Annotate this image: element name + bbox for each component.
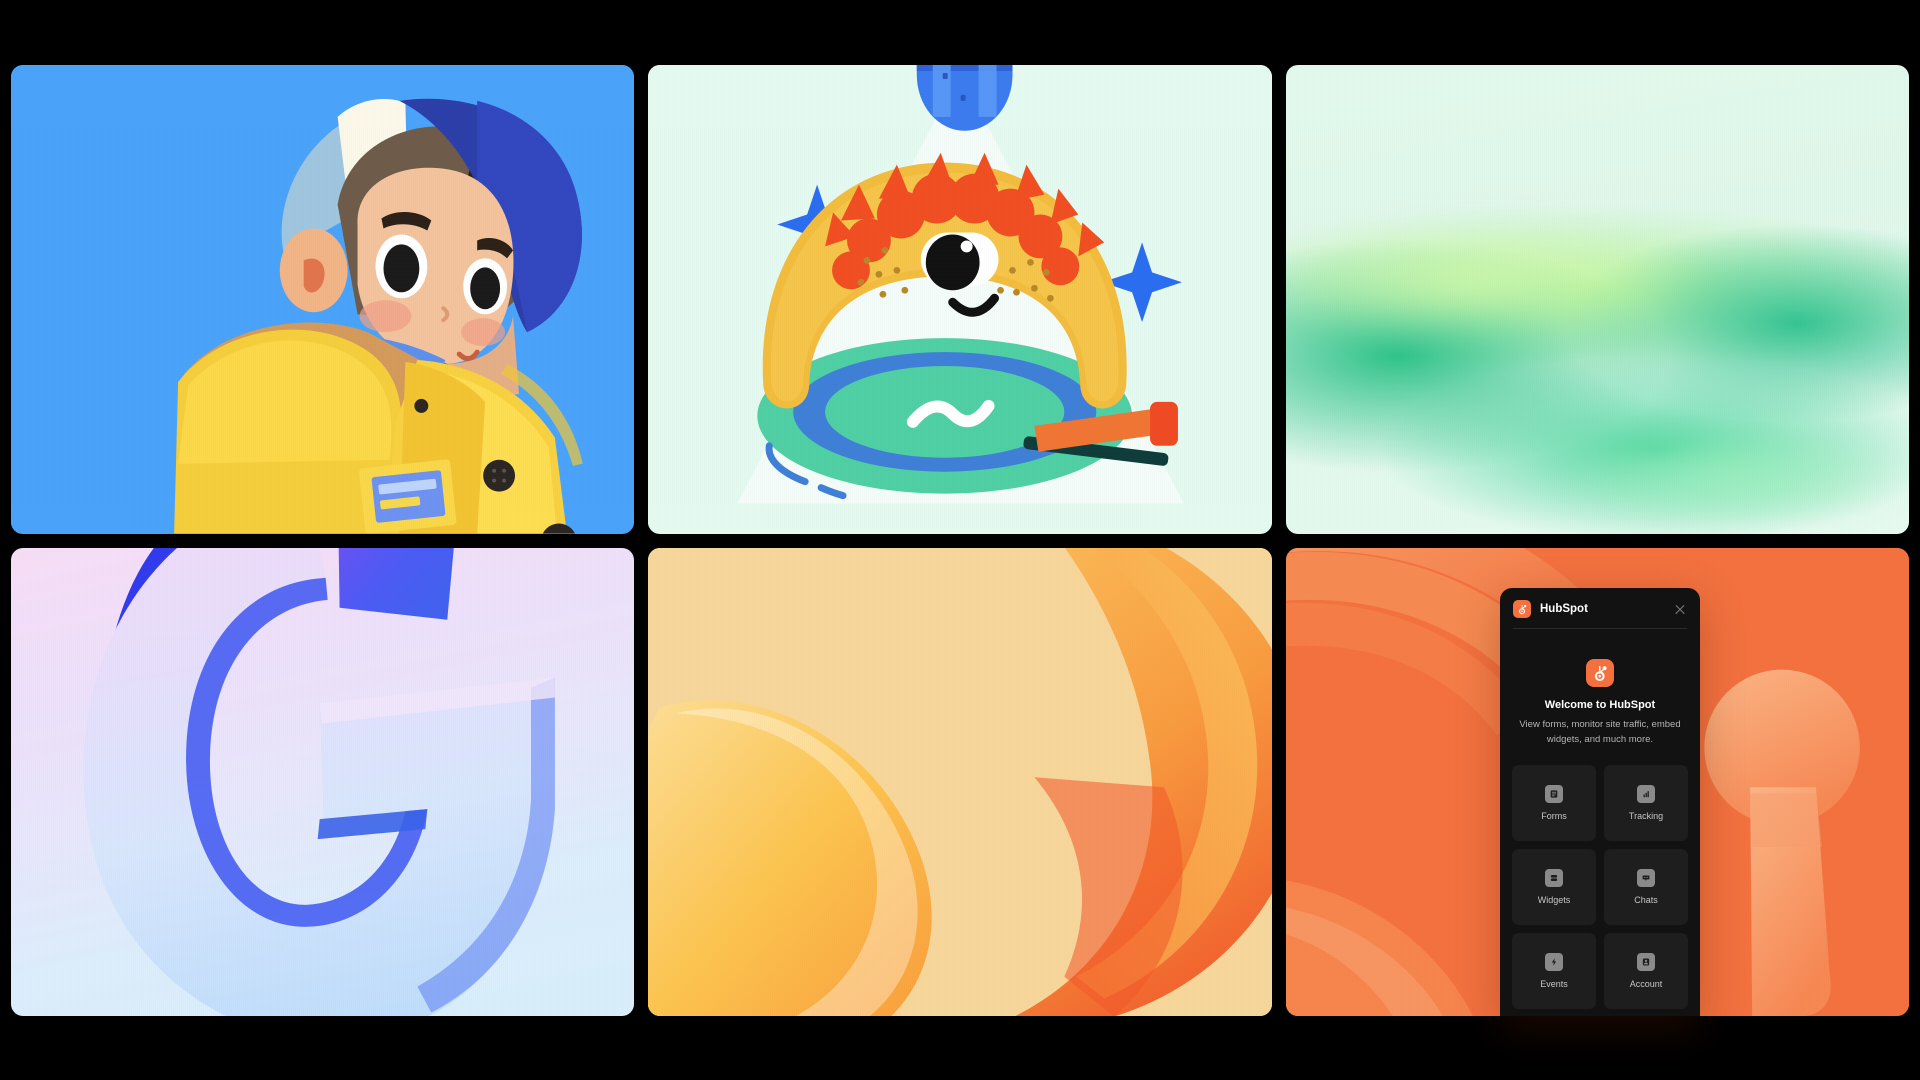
hubspot-modal-title: HubSpot	[1540, 603, 1588, 615]
hubspot-modal: HubSpot Welcome to HubSpot View forms, m…	[1500, 588, 1700, 1016]
hubspot-tile-account[interactable]: Account	[1604, 933, 1688, 1010]
hubspot-tile-label: Events	[1540, 979, 1568, 990]
hubspot-tile-widgets[interactable]: Widgets	[1512, 849, 1596, 926]
hubspot-welcome-title: Welcome to HubSpot	[1544, 699, 1656, 711]
hubspot-tile-grid: Forms Tracking Widgets Chats Events Acco…	[1500, 747, 1700, 1010]
hubspot-tile-label: Account	[1629, 979, 1663, 990]
green-wave-shape	[1285, 65, 1909, 534]
divider	[1513, 628, 1687, 629]
panel-sheets-modal: Sheets	[1285, 65, 1909, 534]
panel-dj-creature-illustration	[648, 65, 1272, 534]
close-icon[interactable]	[1674, 603, 1687, 616]
panel-letter-g-illustration	[11, 547, 635, 1016]
hubspot-brand-logo	[1586, 659, 1614, 687]
hubspot-tile-label: Widgets	[1537, 895, 1571, 906]
form-document-icon	[1545, 785, 1563, 804]
panel-boy-illustration	[11, 65, 635, 534]
hubspot-tile-forms[interactable]: Forms	[1512, 765, 1596, 842]
hubspot-tile-tracking[interactable]: Tracking	[1604, 765, 1688, 842]
user-account-icon	[1637, 953, 1655, 972]
hubspot-modal-header: HubSpot	[1500, 588, 1700, 628]
chat-bubble-icon	[1637, 869, 1655, 888]
panel-cms-export-modal: CMS Export	[648, 547, 1272, 1016]
letter-g-artwork	[83, 547, 555, 1016]
hubspot-tile-label: Tracking	[1628, 811, 1664, 822]
dj-creature-artwork	[648, 65, 1272, 534]
hubspot-tile-label: Chats	[1634, 895, 1658, 906]
hubspot-tile-events[interactable]: Events	[1512, 933, 1596, 1010]
hubspot-tile-chats[interactable]: Chats	[1604, 849, 1688, 926]
hubspot-subtitle: View forms, monitor site traffic, embed …	[1519, 719, 1681, 745]
widget-stack-icon	[1545, 869, 1563, 888]
bar-chart-icon	[1637, 785, 1655, 804]
orange-abstract-shapes	[648, 547, 1272, 1016]
lightning-bolt-icon	[1545, 953, 1563, 972]
hubspot-tile-label: Forms	[1541, 811, 1567, 822]
hubspot-sprocket-icon	[1513, 600, 1531, 618]
boy-illustration-artwork	[11, 65, 635, 534]
